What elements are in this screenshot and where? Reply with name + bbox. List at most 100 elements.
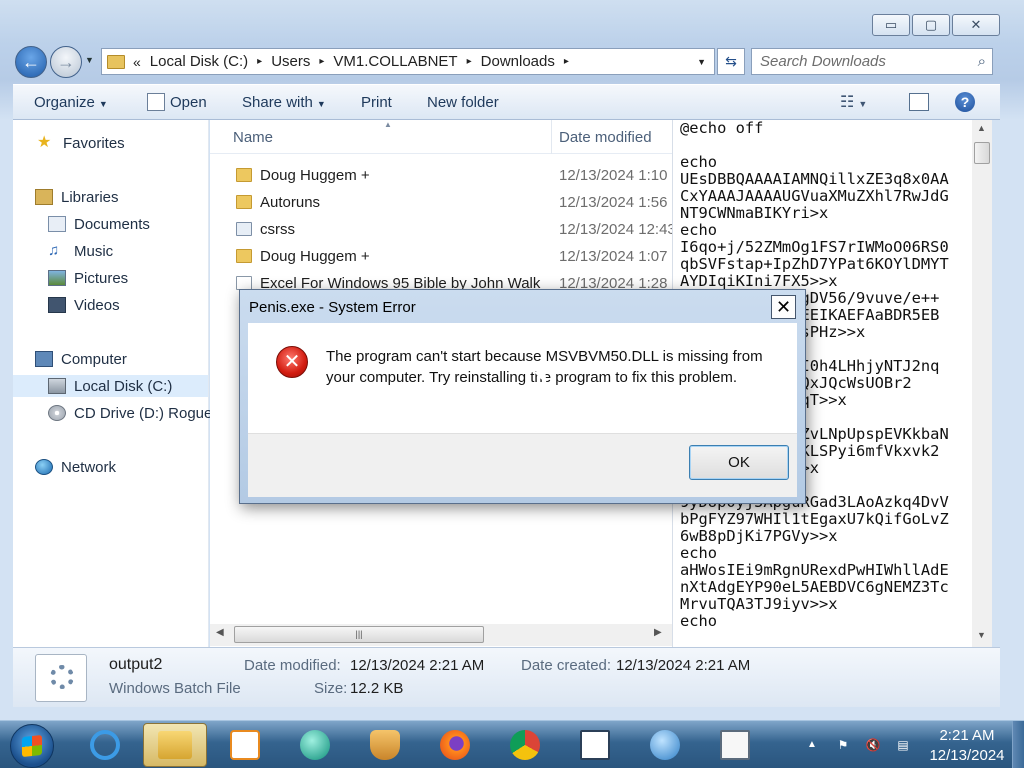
details-date-modified-label: Date modified:: [244, 657, 341, 674]
file-row[interactable]: csrss 12/13/2024 12:43: [210, 216, 672, 243]
nav-label: Documents: [74, 215, 150, 233]
volume-muted-icon[interactable]: 🔇: [865, 737, 881, 753]
taskbar-media-player[interactable]: [213, 723, 277, 767]
nav-pictures[interactable]: Pictures: [48, 267, 128, 289]
preview-line: AYDIqiKIni7FX5>>x: [680, 272, 838, 290]
taskbar-installer[interactable]: [633, 723, 697, 767]
breadcrumb-downloads[interactable]: Downloads: [481, 53, 555, 70]
scroll-up-icon[interactable]: ▲: [977, 123, 986, 133]
chrome-icon: [510, 730, 540, 760]
maximize-button[interactable]: ▢: [912, 14, 950, 36]
print-button[interactable]: Print: [361, 94, 392, 111]
show-desktop-button[interactable]: [1012, 721, 1024, 768]
file-name: Doug Huggem +: [260, 167, 370, 184]
organize-label: Organize: [34, 94, 95, 111]
libraries-icon: [35, 189, 53, 205]
details-date-created-label: Date created:: [521, 657, 612, 674]
navigation-row: ← → ▼ « Local Disk (C:) ▸ Users ▸ VM1.CO…: [0, 44, 1024, 78]
start-button[interactable]: [10, 724, 54, 768]
clock-date[interactable]: 12/13/2024: [922, 747, 1012, 764]
breadcrumb-vm1-collabnet[interactable]: VM1.COLLABNET: [333, 53, 457, 70]
preview-line: bPgFYZ97WHIl1tEgaxU7kQifGoLvZ: [680, 510, 949, 528]
organize-button[interactable]: Organize ▼: [34, 94, 108, 111]
breadcrumb-separator[interactable]: ▸: [564, 56, 569, 67]
taskbar-window-app[interactable]: [563, 723, 627, 767]
file-row[interactable]: Autoruns 12/13/2024 1:56: [210, 189, 672, 216]
column-header-name[interactable]: Name: [233, 129, 273, 146]
forward-button[interactable]: →: [50, 46, 82, 78]
file-row[interactable]: Doug Huggem + 12/13/2024 1:07: [210, 243, 672, 270]
network-error-icon[interactable]: ▤: [895, 737, 911, 753]
dialog-footer: OK: [248, 433, 797, 497]
help-icon[interactable]: ?: [955, 92, 975, 112]
nav-network[interactable]: Network: [35, 456, 116, 478]
nav-music[interactable]: ♫ Music: [48, 240, 113, 262]
chevron-down-icon[interactable]: ▼: [697, 57, 706, 67]
taskbar-internet-explorer[interactable]: [73, 723, 137, 767]
taskbar-app-teal[interactable]: [283, 723, 347, 767]
open-button[interactable]: Open: [170, 94, 207, 111]
preview-pane-toggle[interactable]: [909, 93, 929, 111]
dialog-close-button[interactable]: ✕: [771, 295, 796, 319]
teal-app-icon: [300, 730, 330, 760]
details-date-modified: 12/13/2024 2:21 AM: [350, 657, 485, 674]
column-divider[interactable]: [551, 120, 552, 154]
nav-videos[interactable]: Videos: [48, 294, 120, 316]
folder-icon: [236, 222, 252, 236]
breadcrumb-separator[interactable]: ▸: [257, 56, 262, 67]
navigation-pane: ★ Favorites Libraries Documents ♫ Music …: [13, 120, 212, 647]
clock-time[interactable]: 2:21 AM: [922, 727, 1012, 744]
search-input[interactable]: Search Downloads ⌕: [751, 48, 993, 75]
address-bar[interactable]: « Local Disk (C:) ▸ Users ▸ VM1.COLLABNE…: [101, 48, 715, 75]
preview-line: @echo off: [680, 120, 764, 137]
file-date: 12/13/2024 1:10: [559, 167, 668, 184]
breadcrumb-local-disk[interactable]: Local Disk (C:): [150, 53, 248, 70]
column-header-date-modified[interactable]: Date modified: [559, 129, 652, 146]
show-hidden-icons[interactable]: ▲: [804, 737, 820, 753]
nav-documents[interactable]: Documents: [48, 213, 150, 235]
view-options-button[interactable]: ☷ ▼: [840, 92, 867, 112]
share-with-label: Share with: [242, 94, 313, 111]
breadcrumb-separator[interactable]: ▸: [319, 56, 324, 67]
ok-button[interactable]: OK: [689, 445, 789, 480]
horizontal-scrollbar[interactable]: ◀ ||| ▶: [210, 624, 672, 646]
close-window-button[interactable]: ✕: [952, 14, 1000, 36]
recent-pages-dropdown[interactable]: ▼: [85, 55, 94, 65]
preview-line: UEsDBBQAAAAIAMNQillxZE3q8x0AA: [680, 170, 949, 188]
taskbar-security-app[interactable]: [353, 723, 417, 767]
nav-cd-drive[interactable]: CD Drive (D:) Rogue: [48, 402, 212, 424]
action-center-icon[interactable]: ⚑: [835, 737, 851, 753]
sort-ascending-icon: ▲: [384, 120, 392, 129]
chevron-down-icon: ▼: [98, 99, 108, 109]
details-file-type: Windows Batch File: [109, 680, 241, 697]
minimize-button[interactable]: ▭: [872, 14, 910, 36]
file-row[interactable]: Doug Huggem + 12/13/2024 1:10: [210, 162, 672, 189]
scrollbar-thumb[interactable]: |||: [234, 626, 484, 643]
file-name: csrss: [260, 221, 295, 238]
breadcrumb-overflow[interactable]: «: [133, 54, 141, 70]
dialog-title: Penis.exe - System Error: [249, 299, 416, 316]
search-icon[interactable]: ⌕: [978, 53, 986, 70]
scrollbar-thumb[interactable]: [974, 142, 990, 164]
nav-favorites[interactable]: ★ Favorites: [37, 132, 125, 154]
nav-computer[interactable]: Computer: [35, 348, 127, 370]
scroll-down-icon[interactable]: ▼: [977, 630, 986, 640]
share-with-button[interactable]: Share with ▼: [242, 94, 326, 111]
nav-label: Libraries: [61, 188, 119, 206]
folder-icon: [107, 54, 125, 69]
folder-icon: [236, 249, 252, 263]
taskbar-firefox[interactable]: [423, 723, 487, 767]
taskbar-explorer[interactable]: [143, 723, 207, 767]
breadcrumb-separator[interactable]: ▸: [467, 56, 472, 67]
back-button[interactable]: ←: [15, 46, 47, 78]
taskbar-document-viewer[interactable]: [703, 723, 767, 767]
vertical-scrollbar[interactable]: ▲ ▼: [972, 120, 992, 647]
nav-libraries[interactable]: Libraries: [35, 186, 119, 208]
breadcrumb-users[interactable]: Users: [271, 53, 310, 70]
taskbar-chrome[interactable]: [493, 723, 557, 767]
new-folder-button[interactable]: New folder: [427, 94, 499, 111]
scroll-right-icon[interactable]: ▶: [654, 627, 662, 638]
scroll-left-icon[interactable]: ◀: [216, 627, 224, 638]
nav-local-disk[interactable]: Local Disk (C:): [13, 375, 208, 397]
refresh-button[interactable]: ⇆: [717, 48, 745, 75]
